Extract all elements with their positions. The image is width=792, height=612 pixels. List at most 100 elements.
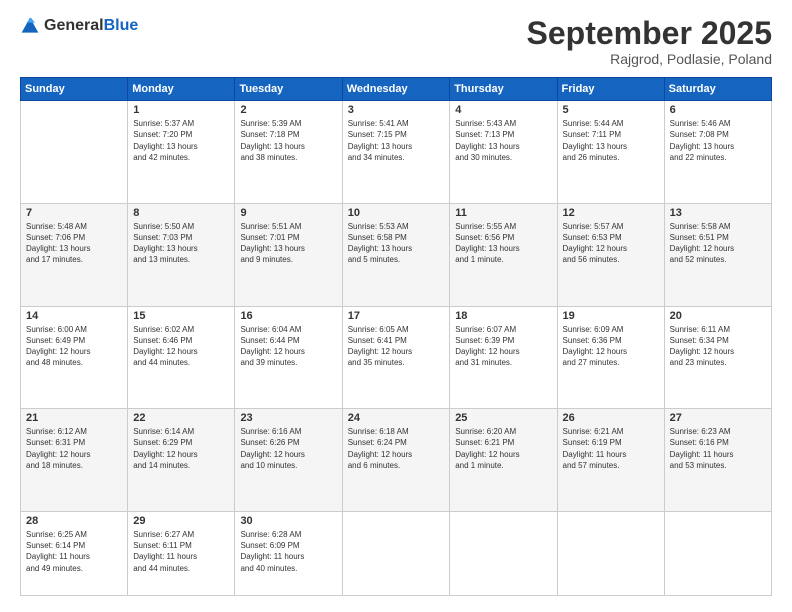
day-info: Sunrise: 5:55 AMSunset: 6:56 PMDaylight:… xyxy=(455,221,551,266)
calendar-cell xyxy=(450,511,557,595)
day-info: Sunrise: 6:23 AMSunset: 6:16 PMDaylight:… xyxy=(670,426,766,471)
day-number: 23 xyxy=(240,412,336,424)
calendar-cell: 25 Sunrise: 6:20 AMSunset: 6:21 PMDayligh… xyxy=(450,409,557,512)
day-info: Sunrise: 6:21 AMSunset: 6:19 PMDaylight:… xyxy=(563,426,659,471)
day-number: 1 xyxy=(133,104,229,116)
day-number: 11 xyxy=(455,207,551,219)
calendar-week-row: 1Sunrise: 5:37 AMSunset: 7:20 PMDaylight… xyxy=(21,101,772,204)
calendar-cell: 19 Sunrise: 6:09 AMSunset: 6:36 PMDayligh… xyxy=(557,306,664,409)
day-info: Sunrise: 6:16 AMSunset: 6:26 PMDaylight:… xyxy=(240,426,336,471)
calendar-cell: 8Sunrise: 5:50 AMSunset: 7:03 PMDaylight… xyxy=(128,203,235,306)
weekday-header-wednesday: Wednesday xyxy=(342,78,449,101)
calendar-cell: 24 Sunrise: 6:18 AMSunset: 6:24 PMDayligh… xyxy=(342,409,449,512)
day-info: Sunrise: 6:14 AMSunset: 6:29 PMDaylight:… xyxy=(133,426,229,471)
day-number: 20 xyxy=(670,310,766,322)
location-subtitle: Rajgrod, Podlasie, Poland xyxy=(527,51,772,67)
title-block: September 2025 Rajgrod, Podlasie, Poland xyxy=(527,16,772,67)
weekday-header-thursday: Thursday xyxy=(450,78,557,101)
calendar-cell: 23 Sunrise: 6:16 AMSunset: 6:26 PMDayligh… xyxy=(235,409,342,512)
calendar-cell: 12 Sunrise: 5:57 AMSunset: 6:53 PMDayligh… xyxy=(557,203,664,306)
day-info: Sunrise: 6:09 AMSunset: 6:36 PMDaylight:… xyxy=(563,324,659,369)
day-number: 26 xyxy=(563,412,659,424)
calendar-cell xyxy=(557,511,664,595)
day-number: 14 xyxy=(26,310,122,322)
calendar-cell: 14 Sunrise: 6:00 AMSunset: 6:49 PMDayligh… xyxy=(21,306,128,409)
calendar-cell: 1Sunrise: 5:37 AMSunset: 7:20 PMDaylight… xyxy=(128,101,235,204)
logo: GeneralBlue xyxy=(20,16,138,36)
day-info: Sunrise: 5:41 AMSunset: 7:15 PMDaylight:… xyxy=(348,118,444,163)
day-info: Sunrise: 6:18 AMSunset: 6:24 PMDaylight:… xyxy=(348,426,444,471)
day-info: Sunrise: 5:53 AMSunset: 6:58 PMDaylight:… xyxy=(348,221,444,266)
day-number: 21 xyxy=(26,412,122,424)
day-info: Sunrise: 6:20 AMSunset: 6:21 PMDaylight:… xyxy=(455,426,551,471)
day-info: Sunrise: 5:48 AMSunset: 7:06 PMDaylight:… xyxy=(26,221,122,266)
day-number: 19 xyxy=(563,310,659,322)
calendar-cell: 7 Sunrise: 5:48 AMSunset: 7:06 PMDaylight… xyxy=(21,203,128,306)
day-number: 29 xyxy=(133,515,229,527)
calendar-week-row: 7 Sunrise: 5:48 AMSunset: 7:06 PMDaylight… xyxy=(21,203,772,306)
calendar-cell: 17 Sunrise: 6:05 AMSunset: 6:41 PMDayligh… xyxy=(342,306,449,409)
day-number: 5 xyxy=(563,104,659,116)
calendar-cell: 11 Sunrise: 5:55 AMSunset: 6:56 PMDayligh… xyxy=(450,203,557,306)
calendar-cell: 16 Sunrise: 6:04 AMSunset: 6:44 PMDayligh… xyxy=(235,306,342,409)
day-number: 17 xyxy=(348,310,444,322)
day-info: Sunrise: 6:05 AMSunset: 6:41 PMDaylight:… xyxy=(348,324,444,369)
month-title: September 2025 xyxy=(527,16,772,51)
day-info: Sunrise: 6:25 AMSunset: 6:14 PMDaylight:… xyxy=(26,529,122,574)
weekday-header-saturday: Saturday xyxy=(664,78,771,101)
calendar-cell: 2Sunrise: 5:39 AMSunset: 7:18 PMDaylight… xyxy=(235,101,342,204)
calendar-cell xyxy=(664,511,771,595)
calendar-week-row: 21 Sunrise: 6:12 AMSunset: 6:31 PMDayligh… xyxy=(21,409,772,512)
day-number: 24 xyxy=(348,412,444,424)
calendar-week-row: 28 Sunrise: 6:25 AMSunset: 6:14 PMDayligh… xyxy=(21,511,772,595)
calendar-cell: 10 Sunrise: 5:53 AMSunset: 6:58 PMDayligh… xyxy=(342,203,449,306)
calendar-cell: 15Sunrise: 6:02 AMSunset: 6:46 PMDayligh… xyxy=(128,306,235,409)
weekday-header-monday: Monday xyxy=(128,78,235,101)
calendar-header: SundayMondayTuesdayWednesdayThursdayFrid… xyxy=(21,78,772,101)
day-number: 18 xyxy=(455,310,551,322)
calendar-cell: 6 Sunrise: 5:46 AMSunset: 7:08 PMDaylight… xyxy=(664,101,771,204)
weekday-header-sunday: Sunday xyxy=(21,78,128,101)
day-number: 4 xyxy=(455,104,551,116)
day-info: Sunrise: 5:46 AMSunset: 7:08 PMDaylight:… xyxy=(670,118,766,163)
day-info: Sunrise: 6:02 AMSunset: 6:46 PMDaylight:… xyxy=(133,324,229,369)
calendar-cell: 18Sunrise: 6:07 AMSunset: 6:39 PMDayligh… xyxy=(450,306,557,409)
logo-icon xyxy=(20,16,40,36)
day-info: Sunrise: 5:51 AMSunset: 7:01 PMDaylight:… xyxy=(240,221,336,266)
logo-blue: Blue xyxy=(104,17,139,34)
day-number: 25 xyxy=(455,412,551,424)
day-number: 13 xyxy=(670,207,766,219)
calendar-cell: 26 Sunrise: 6:21 AMSunset: 6:19 PMDayligh… xyxy=(557,409,664,512)
day-info: Sunrise: 6:11 AMSunset: 6:34 PMDaylight:… xyxy=(670,324,766,369)
page: GeneralBlue September 2025 Rajgrod, Podl… xyxy=(0,0,792,612)
calendar-cell: 21 Sunrise: 6:12 AMSunset: 6:31 PMDayligh… xyxy=(21,409,128,512)
day-info: Sunrise: 5:58 AMSunset: 6:51 PMDaylight:… xyxy=(670,221,766,266)
day-number: 6 xyxy=(670,104,766,116)
day-number: 22 xyxy=(133,412,229,424)
calendar-cell: 29 Sunrise: 6:27 AMSunset: 6:11 PMDayligh… xyxy=(128,511,235,595)
day-number: 12 xyxy=(563,207,659,219)
day-info: Sunrise: 6:28 AMSunset: 6:09 PMDaylight:… xyxy=(240,529,336,574)
calendar-cell: 22 Sunrise: 6:14 AMSunset: 6:29 PMDayligh… xyxy=(128,409,235,512)
weekday-header-row: SundayMondayTuesdayWednesdayThursdayFrid… xyxy=(21,78,772,101)
day-info: Sunrise: 6:12 AMSunset: 6:31 PMDaylight:… xyxy=(26,426,122,471)
day-info: Sunrise: 5:39 AMSunset: 7:18 PMDaylight:… xyxy=(240,118,336,163)
calendar-cell: 3Sunrise: 5:41 AMSunset: 7:15 PMDaylight… xyxy=(342,101,449,204)
day-info: Sunrise: 6:04 AMSunset: 6:44 PMDaylight:… xyxy=(240,324,336,369)
calendar-cell xyxy=(342,511,449,595)
day-info: Sunrise: 6:27 AMSunset: 6:11 PMDaylight:… xyxy=(133,529,229,574)
calendar-table: SundayMondayTuesdayWednesdayThursdayFrid… xyxy=(20,77,772,596)
day-number: 7 xyxy=(26,207,122,219)
calendar-cell: 13 Sunrise: 5:58 AMSunset: 6:51 PMDayligh… xyxy=(664,203,771,306)
day-info: Sunrise: 5:44 AMSunset: 7:11 PMDaylight:… xyxy=(563,118,659,163)
day-info: Sunrise: 6:00 AMSunset: 6:49 PMDaylight:… xyxy=(26,324,122,369)
day-info: Sunrise: 5:57 AMSunset: 6:53 PMDaylight:… xyxy=(563,221,659,266)
calendar-cell: 27 Sunrise: 6:23 AMSunset: 6:16 PMDayligh… xyxy=(664,409,771,512)
day-number: 27 xyxy=(670,412,766,424)
day-number: 10 xyxy=(348,207,444,219)
day-info: Sunrise: 5:43 AMSunset: 7:13 PMDaylight:… xyxy=(455,118,551,163)
calendar-body: 1Sunrise: 5:37 AMSunset: 7:20 PMDaylight… xyxy=(21,101,772,596)
day-number: 28 xyxy=(26,515,122,527)
calendar-cell: 28 Sunrise: 6:25 AMSunset: 6:14 PMDayligh… xyxy=(21,511,128,595)
day-number: 16 xyxy=(240,310,336,322)
